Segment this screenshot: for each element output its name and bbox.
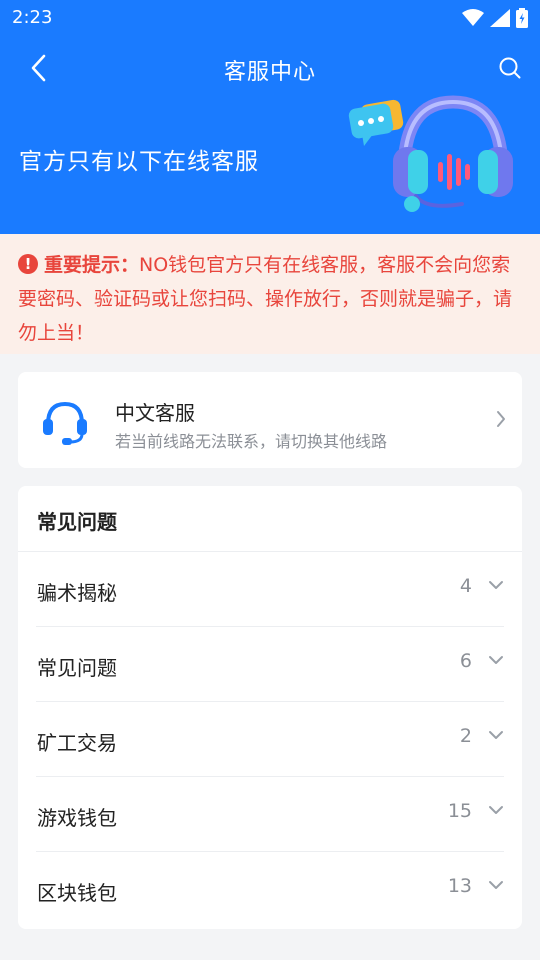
chevron-down-icon (489, 881, 503, 889)
faq-item-common-questions[interactable]: 常见问题 6 (18, 627, 522, 702)
faq-item-count: 2 (459, 725, 472, 747)
status-time: 2:23 (12, 7, 53, 28)
status-icons (462, 7, 528, 29)
faq-item-block-wallet[interactable]: 区块钱包 13 (18, 852, 522, 927)
wifi-icon (462, 9, 484, 26)
faq-item-label: 骗术揭秘 (37, 581, 117, 605)
alert-icon: ! (18, 254, 38, 274)
faq-item-label: 常见问题 (37, 656, 117, 680)
headset-icon (43, 401, 87, 445)
chevron-down-icon (489, 656, 503, 664)
chinese-support-card[interactable]: 中文客服 若当前线路无法联系，请切换其他线路 (18, 372, 522, 468)
page-title: 客服中心 (223, 60, 316, 85)
faq-item-game-wallet[interactable]: 游戏钱包 15 (18, 777, 522, 852)
hero-text: 官方只有以下在线客服 (19, 149, 259, 175)
chevron-down-icon (489, 731, 503, 739)
faq-item-label: 游戏钱包 (37, 806, 117, 830)
search-icon (499, 57, 521, 79)
support-title: 中文客服 (115, 401, 195, 425)
header-banner: 2:23 客服中心 官方只有以下在线客服 (0, 0, 540, 234)
chevron-down-icon (489, 806, 503, 814)
faq-card: 常见问题 骗术揭秘 4 常见问题 6 矿工交易 2 游戏钱包 15 区块钱包 1… (18, 486, 522, 929)
battery-icon (516, 8, 528, 28)
important-notice: ! 重要提示：NO钱包官方只有在线客服，客服不会向您索要密码、验证码或让您扫码、操… (0, 234, 540, 354)
nav-bar: 客服中心 (0, 40, 540, 96)
faq-title: 常见问题 (37, 510, 117, 534)
faq-item-miner-trading[interactable]: 矿工交易 2 (18, 702, 522, 777)
faq-item-count: 6 (459, 650, 472, 672)
signal-icon (490, 9, 510, 27)
faq-item-count: 15 (447, 800, 472, 822)
faq-item-label: 区块钱包 (37, 881, 117, 905)
chevron-right-icon (497, 411, 505, 427)
notice-label: 重要提示： (44, 254, 140, 276)
faq-item-count: 13 (447, 875, 472, 897)
faq-item-count: 4 (459, 575, 472, 597)
faq-item-label: 矿工交易 (37, 731, 117, 755)
search-button[interactable] (494, 52, 526, 84)
chevron-down-icon (489, 581, 503, 589)
faq-item-scam-reveal[interactable]: 骗术揭秘 4 (18, 552, 522, 627)
support-subtitle: 若当前线路无法联系，请切换其他线路 (115, 432, 388, 451)
headset-illustration (348, 95, 513, 212)
status-bar: 2:23 (0, 0, 540, 36)
